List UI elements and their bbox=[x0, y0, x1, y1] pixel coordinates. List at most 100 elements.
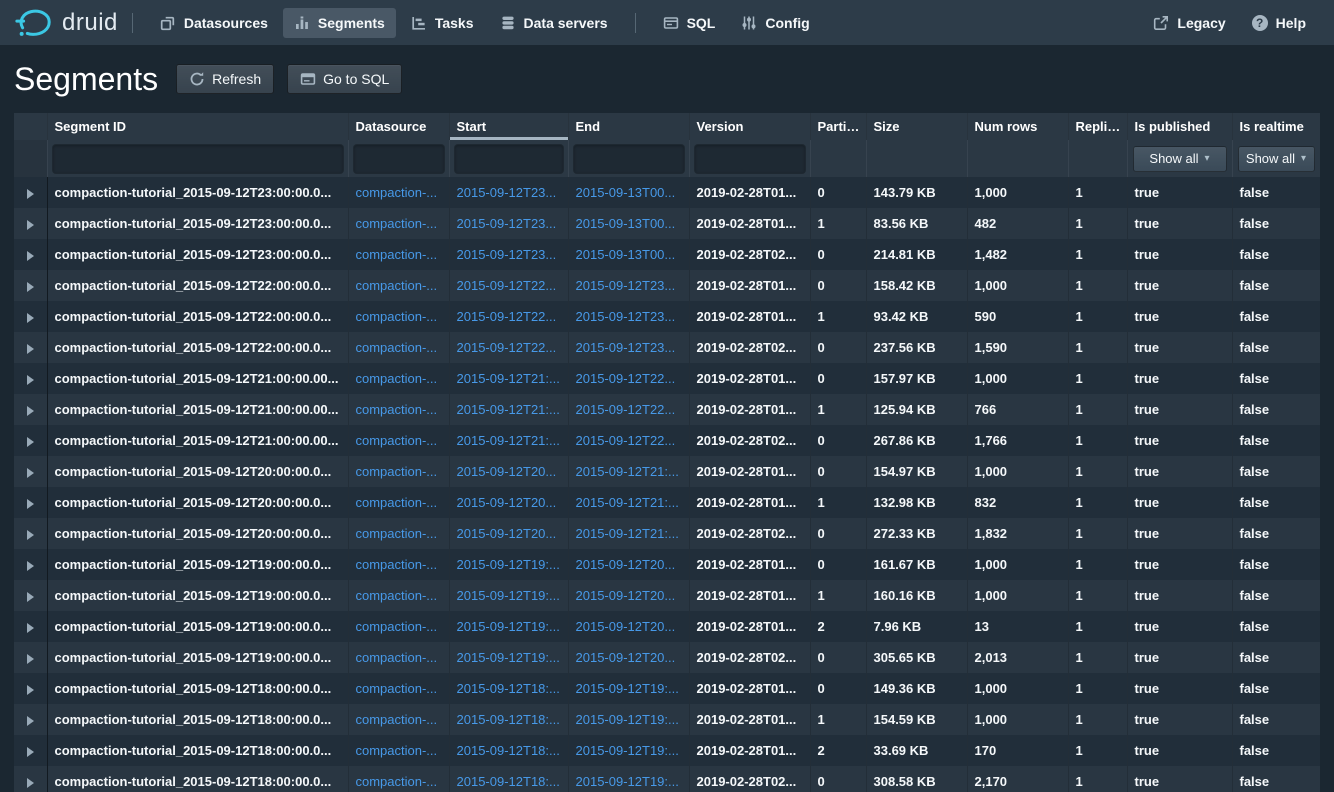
col-header-is-realtime[interactable]: Is realtime bbox=[1232, 113, 1320, 140]
datasource-link[interactable]: compaction-... bbox=[356, 557, 438, 572]
datasource-link[interactable]: compaction-... bbox=[356, 309, 438, 324]
go-to-sql-button[interactable]: Go to SQL bbox=[287, 64, 402, 94]
legacy-button[interactable]: Legacy bbox=[1142, 8, 1236, 38]
row-expander[interactable] bbox=[14, 549, 47, 580]
start-link[interactable]: 2015-09-12T18:... bbox=[457, 743, 560, 758]
datasource-link[interactable]: compaction-... bbox=[356, 402, 438, 417]
start-link[interactable]: 2015-09-12T20... bbox=[457, 464, 557, 479]
datasource-link[interactable]: compaction-... bbox=[356, 278, 438, 293]
start-link[interactable]: 2015-09-12T18:... bbox=[457, 681, 560, 696]
end-link[interactable]: 2015-09-12T20... bbox=[576, 588, 676, 603]
row-expander[interactable] bbox=[14, 425, 47, 456]
row-expander[interactable] bbox=[14, 673, 47, 704]
end-link[interactable]: 2015-09-12T21:... bbox=[576, 464, 679, 479]
start-link[interactable]: 2015-09-12T20... bbox=[457, 526, 557, 541]
col-header-version[interactable]: Version bbox=[689, 113, 810, 140]
end-link[interactable]: 2015-09-12T23... bbox=[576, 309, 676, 324]
datasource-link[interactable]: compaction-... bbox=[356, 712, 438, 727]
end-link[interactable]: 2015-09-12T23... bbox=[576, 340, 676, 355]
end-link[interactable]: 2015-09-12T19:... bbox=[576, 743, 679, 758]
row-expander[interactable] bbox=[14, 456, 47, 487]
row-expander[interactable] bbox=[14, 270, 47, 301]
datasource-link[interactable]: compaction-... bbox=[356, 743, 438, 758]
row-expander[interactable] bbox=[14, 766, 47, 792]
datasource-link[interactable]: compaction-... bbox=[356, 526, 438, 541]
start-filter-input[interactable] bbox=[455, 145, 563, 173]
row-expander[interactable] bbox=[14, 487, 47, 518]
end-link[interactable]: 2015-09-12T21:... bbox=[576, 495, 679, 510]
col-header-num-rows[interactable]: Num rows bbox=[967, 113, 1068, 140]
datasource-link[interactable]: compaction-... bbox=[356, 433, 438, 448]
datasource-link[interactable]: compaction-... bbox=[356, 464, 438, 479]
start-link[interactable]: 2015-09-12T22... bbox=[457, 309, 557, 324]
row-expander[interactable] bbox=[14, 332, 47, 363]
start-link[interactable]: 2015-09-12T18:... bbox=[457, 774, 560, 789]
datasource-link[interactable]: compaction-... bbox=[356, 216, 438, 231]
start-link[interactable]: 2015-09-12T23... bbox=[457, 216, 557, 231]
end-link[interactable]: 2015-09-13T00... bbox=[576, 247, 676, 262]
nav-tab-config[interactable]: Config bbox=[730, 8, 820, 38]
start-link[interactable]: 2015-09-12T19:... bbox=[457, 588, 560, 603]
row-expander[interactable] bbox=[14, 704, 47, 735]
start-link[interactable]: 2015-09-12T23... bbox=[457, 185, 557, 200]
version-filter-input[interactable] bbox=[695, 145, 805, 173]
row-expander[interactable] bbox=[14, 611, 47, 642]
end-link[interactable]: 2015-09-12T19:... bbox=[576, 712, 679, 727]
start-link[interactable]: 2015-09-12T21:... bbox=[457, 402, 560, 417]
datasource-link[interactable]: compaction-... bbox=[356, 681, 438, 696]
row-expander[interactable] bbox=[14, 394, 47, 425]
datasource-link[interactable]: compaction-... bbox=[356, 619, 438, 634]
start-link[interactable]: 2015-09-12T18:... bbox=[457, 712, 560, 727]
col-header-is-published[interactable]: Is published bbox=[1127, 113, 1232, 140]
is-realtime-filter-dropdown[interactable]: Show all ▾ bbox=[1238, 146, 1315, 172]
end-link[interactable]: 2015-09-12T19:... bbox=[576, 681, 679, 696]
end-link[interactable]: 2015-09-13T00... bbox=[576, 185, 676, 200]
row-expander[interactable] bbox=[14, 642, 47, 673]
start-link[interactable]: 2015-09-12T19:... bbox=[457, 650, 560, 665]
nav-tab-segments[interactable]: Segments bbox=[283, 8, 396, 38]
col-header-replicas[interactable]: Replic... bbox=[1068, 113, 1127, 140]
col-header-partition[interactable]: Partiti... bbox=[810, 113, 866, 140]
help-button[interactable]: ? Help bbox=[1241, 8, 1317, 38]
end-link[interactable]: 2015-09-12T20... bbox=[576, 619, 676, 634]
row-expander[interactable] bbox=[14, 208, 47, 239]
start-link[interactable]: 2015-09-12T22... bbox=[457, 278, 557, 293]
is-published-filter-dropdown[interactable]: Show all ▾ bbox=[1133, 146, 1227, 172]
col-header-size[interactable]: Size bbox=[866, 113, 967, 140]
datasource-link[interactable]: compaction-... bbox=[356, 650, 438, 665]
datasource-link[interactable]: compaction-... bbox=[356, 588, 438, 603]
datasource-link[interactable]: compaction-... bbox=[356, 185, 438, 200]
start-link[interactable]: 2015-09-12T20... bbox=[457, 495, 557, 510]
start-link[interactable]: 2015-09-12T21:... bbox=[457, 371, 560, 386]
row-expander[interactable] bbox=[14, 580, 47, 611]
col-header-segment-id[interactable]: Segment ID bbox=[47, 113, 348, 140]
end-link[interactable]: 2015-09-12T21:... bbox=[576, 526, 679, 541]
end-filter-input[interactable] bbox=[574, 145, 684, 173]
refresh-button[interactable]: Refresh bbox=[176, 64, 274, 94]
row-expander[interactable] bbox=[14, 363, 47, 394]
nav-tab-tasks[interactable]: Tasks bbox=[400, 8, 485, 38]
nav-tab-datasources[interactable]: Datasources bbox=[149, 8, 279, 38]
row-expander[interactable] bbox=[14, 735, 47, 766]
end-link[interactable]: 2015-09-12T20... bbox=[576, 650, 676, 665]
end-link[interactable]: 2015-09-12T20... bbox=[576, 557, 676, 572]
datasource-filter-input[interactable] bbox=[354, 145, 444, 173]
datasource-link[interactable]: compaction-... bbox=[356, 247, 438, 262]
start-link[interactable]: 2015-09-12T23... bbox=[457, 247, 557, 262]
end-link[interactable]: 2015-09-13T00... bbox=[576, 216, 676, 231]
row-expander[interactable] bbox=[14, 239, 47, 270]
datasource-link[interactable]: compaction-... bbox=[356, 340, 438, 355]
row-expander[interactable] bbox=[14, 177, 47, 208]
end-link[interactable]: 2015-09-12T23... bbox=[576, 278, 676, 293]
start-link[interactable]: 2015-09-12T19:... bbox=[457, 557, 560, 572]
end-link[interactable]: 2015-09-12T22... bbox=[576, 402, 676, 417]
row-expander[interactable] bbox=[14, 301, 47, 332]
row-expander[interactable] bbox=[14, 518, 47, 549]
nav-tab-data-servers[interactable]: Data servers bbox=[489, 8, 619, 38]
brand[interactable]: druid bbox=[15, 7, 118, 39]
segment-id-filter-input[interactable] bbox=[53, 145, 343, 173]
end-link[interactable]: 2015-09-12T22... bbox=[576, 371, 676, 386]
start-link[interactable]: 2015-09-12T22... bbox=[457, 340, 557, 355]
datasource-link[interactable]: compaction-... bbox=[356, 774, 438, 789]
col-header-end[interactable]: End bbox=[568, 113, 689, 140]
